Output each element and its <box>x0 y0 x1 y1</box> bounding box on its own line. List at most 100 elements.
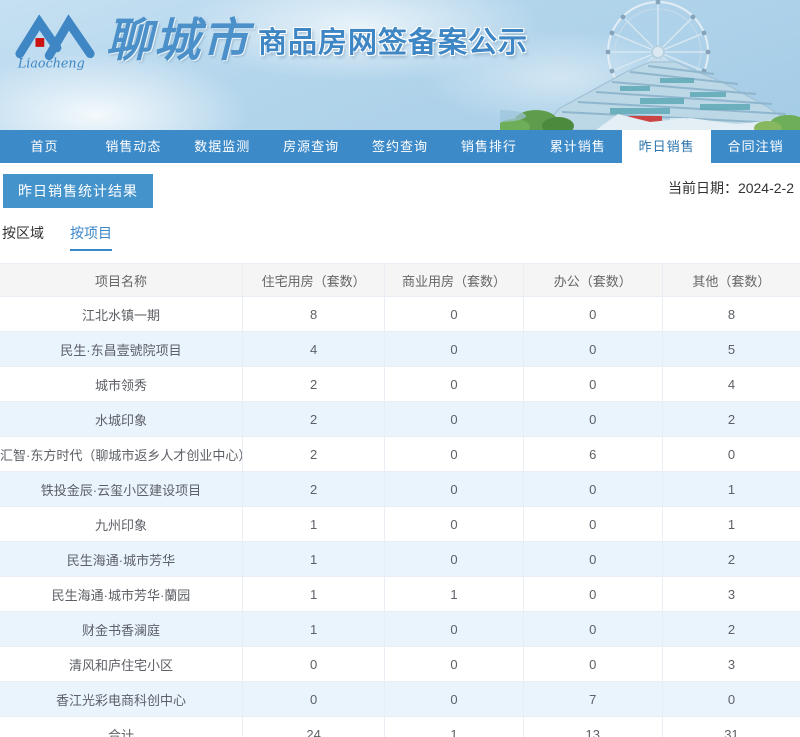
nav-tab-首页[interactable]: 首页 <box>0 130 89 163</box>
subtab-按区域[interactable]: 按区域 <box>2 223 44 251</box>
table-cell: 2 <box>661 401 800 437</box>
table-cell: 1 <box>384 576 524 612</box>
table-cell: 0 <box>661 681 800 717</box>
main-nav: 首页 销售动态 数据监测 房源查询 签约查询 销售排行 累计销售 昨日销售 合同注销 <box>0 130 800 163</box>
table-cell: 7 <box>522 681 663 717</box>
table-cell: 3 <box>661 646 800 682</box>
table-cell: 5 <box>661 331 800 367</box>
table-cell: 8 <box>241 296 386 332</box>
table-cell: 铁投金辰·云玺小区建设项目 <box>0 471 243 507</box>
table-cell: 民生海通·城市芳华·蘭园 <box>0 576 243 612</box>
table-cell: 1 <box>241 541 386 577</box>
table-cell: 2 <box>241 366 386 402</box>
table-cell: 6 <box>522 436 663 472</box>
table-cell: 31 <box>661 716 800 737</box>
table-cell: 0 <box>384 436 524 472</box>
table-cell: 清风和庐住宅小区 <box>0 646 243 682</box>
table-cell: 1 <box>661 471 800 507</box>
table-cell: 0 <box>241 646 386 682</box>
table-cell: 0 <box>522 471 663 507</box>
section-title-badge: 昨日销售统计结果 <box>3 174 153 208</box>
table-cell: 3 <box>661 576 800 612</box>
table-cell: 2 <box>241 436 386 472</box>
table-cell: 0 <box>522 296 663 332</box>
table-cell: 0 <box>384 401 524 437</box>
table-row: 民生海通·城市芳华·蘭园 1 1 0 3 <box>0 576 800 612</box>
table-header-row: 项目名称 住宅用房（套数） 商业用房（套数） 办公（套数） 其他（套数） <box>0 263 800 297</box>
column-header: 办公（套数） <box>522 263 663 297</box>
site-banner: Liaocheng 聊城市 商品房网签备案公示 <box>0 0 800 130</box>
table-row: 清风和庐住宅小区 0 0 0 3 <box>0 646 800 682</box>
view-subtabs: 按区域 按项目 <box>0 223 800 251</box>
table-row: 铁投金辰·云玺小区建设项目 2 0 0 1 <box>0 471 800 507</box>
nav-tab-房源查询[interactable]: 房源查询 <box>267 130 356 163</box>
table-cell: 0 <box>384 506 524 542</box>
sales-table-wrap: 项目名称 住宅用房（套数） 商业用房（套数） 办公（套数） 其他（套数） 江北水镇一期 8… <box>0 263 800 737</box>
section-head: 昨日销售统计结果 当前日期：2024-2-2 <box>0 163 800 221</box>
column-header: 住宅用房（套数） <box>241 263 386 297</box>
table-row: 江北水镇一期 8 0 0 8 <box>0 296 800 332</box>
nav-tab-昨日销售[interactable]: 昨日销售 <box>622 130 712 163</box>
table-cell: 0 <box>384 611 524 647</box>
building-illustration <box>539 61 800 130</box>
table-cell: 0 <box>384 541 524 577</box>
nav-tab-数据监测[interactable]: 数据监测 <box>178 130 267 163</box>
table-row: 汇智·东方时代（聊城市返乡人才创业中心） 2 0 6 0 <box>0 436 800 472</box>
column-header: 商业用房（套数） <box>384 263 524 297</box>
sales-table: 项目名称 住宅用房（套数） 商业用房（套数） 办公（套数） 其他（套数） 江北水镇一期 8… <box>0 263 800 737</box>
table-cell: 0 <box>384 366 524 402</box>
table-cell: 香江光彩电商科创中心 <box>0 681 243 717</box>
current-date-label: 当前日期：2024-2-2 <box>667 180 794 196</box>
logo-script: Liaocheng <box>17 55 85 70</box>
brand: Liaocheng 聊城市 商品房网签备案公示 <box>12 10 528 76</box>
subtab-按项目[interactable]: 按项目 <box>70 223 112 251</box>
table-row: 民生·东昌壹號院项目 4 0 0 5 <box>0 331 800 367</box>
nav-tab-签约查询[interactable]: 签约查询 <box>356 130 445 163</box>
column-header: 项目名称 <box>0 263 243 297</box>
table-cell: 4 <box>241 331 386 367</box>
table-cell: 2 <box>241 471 386 507</box>
table-cell: 江北水镇一期 <box>0 296 243 332</box>
table-cell: 水城印象 <box>0 401 243 437</box>
table-cell: 1 <box>384 716 524 737</box>
table-cell: 民生海通·城市芳华 <box>0 541 243 577</box>
table-cell: 财金书香澜庭 <box>0 611 243 647</box>
column-header: 其他（套数） <box>661 263 800 297</box>
table-cell: 0 <box>241 681 386 717</box>
nav-tab-销售排行[interactable]: 销售排行 <box>444 130 533 163</box>
table-cell: 0 <box>522 646 663 682</box>
table-cell: 汇智·东方时代（聊城市返乡人才创业中心） <box>0 436 243 472</box>
table-cell: 0 <box>384 331 524 367</box>
table-cell: 0 <box>522 611 663 647</box>
landmark-illustration <box>500 0 800 130</box>
nav-tab-合同注销[interactable]: 合同注销 <box>711 130 800 163</box>
table-row: 财金书香澜庭 1 0 0 2 <box>0 611 800 647</box>
table-cell: 2 <box>661 611 800 647</box>
nav-tab-累计销售[interactable]: 累计销售 <box>533 130 622 163</box>
table-cell: 0 <box>522 366 663 402</box>
table-row: 香江光彩电商科创中心 0 0 7 0 <box>0 681 800 717</box>
table-cell: 合计 <box>0 716 243 737</box>
table-cell: 8 <box>661 296 800 332</box>
table-cell: 民生·东昌壹號院项目 <box>0 331 243 367</box>
table-cell: 1 <box>661 506 800 542</box>
brand-city-text: 聊城市 <box>106 14 250 66</box>
table-row: 民生海通·城市芳华 1 0 0 2 <box>0 541 800 577</box>
table-cell: 13 <box>522 716 663 737</box>
table-cell: 0 <box>661 436 800 472</box>
table-cell: 1 <box>241 611 386 647</box>
table-cell: 0 <box>384 681 524 717</box>
nav-tab-销售动态[interactable]: 销售动态 <box>89 130 178 163</box>
table-cell: 0 <box>522 331 663 367</box>
table-cell: 1 <box>241 576 386 612</box>
table-cell: 2 <box>661 541 800 577</box>
table-row: 九州印象 1 0 0 1 <box>0 506 800 542</box>
city-logo-icon: Liaocheng <box>15 14 95 70</box>
table-row: 水城印象 2 0 0 2 <box>0 401 800 437</box>
table-cell: 0 <box>384 646 524 682</box>
page: Liaocheng 聊城市 商品房网签备案公示 首页 销售动态 数据监测 房源查询 签约… <box>0 0 800 737</box>
table-cell: 24 <box>241 716 386 737</box>
table-cell: 0 <box>384 471 524 507</box>
table-cell: 0 <box>522 541 663 577</box>
table-cell: 1 <box>241 506 386 542</box>
